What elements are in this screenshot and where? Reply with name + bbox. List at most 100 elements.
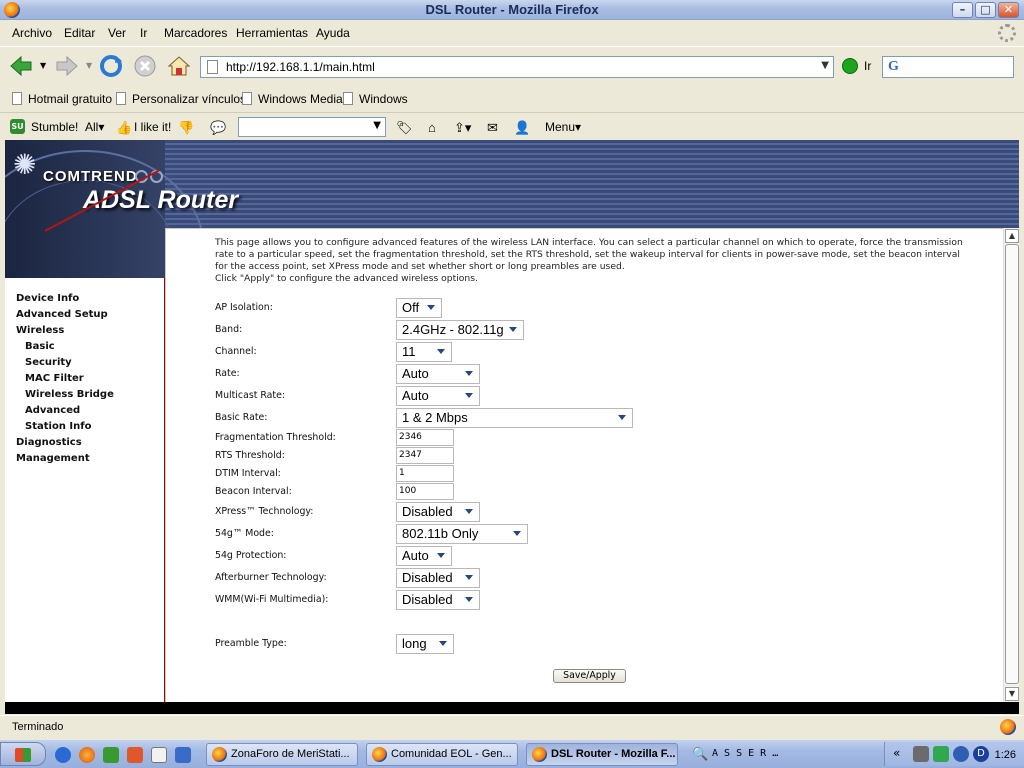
close-button[interactable]: ✕ (998, 2, 1019, 18)
beacon-interval-input[interactable]: 100 (396, 483, 454, 500)
system-tray: « D 1:26 (884, 742, 1024, 766)
dtim-interval-input[interactable]: 1 (396, 465, 454, 482)
menu-ver[interactable]: Ver (108, 26, 126, 40)
sidebar-item-basic[interactable]: Basic (16, 339, 114, 355)
bookmark-label[interactable]: Windows Media (258, 92, 343, 106)
stop-icon[interactable] (132, 53, 158, 79)
menu-herramientas[interactable]: Herramientas (236, 26, 308, 40)
send-icon[interactable]: ✉ (487, 120, 498, 136)
menu-marcadores[interactable]: Marcadores (164, 26, 227, 40)
messenger-icon[interactable] (103, 747, 119, 763)
sidebar-item-advanced-setup[interactable]: Advanced Setup (16, 307, 114, 323)
profile-icon[interactable]: 👤 (514, 120, 530, 136)
quick-tray-glyphs[interactable]: A S S E R … (712, 748, 778, 759)
bookmark-label[interactable]: Personalizar vínculos (132, 92, 246, 106)
driver-icon[interactable]: D (973, 746, 989, 762)
thumbs-down-icon[interactable]: 👎 (178, 120, 194, 136)
forward-dropdown-icon[interactable]: ▼ (86, 61, 92, 70)
bookmark-item[interactable]: Windows Media (242, 92, 343, 106)
tray-expand-icon[interactable]: « (893, 746, 900, 760)
afterburner-select[interactable]: Disabled (396, 568, 480, 588)
rate-select[interactable]: Auto (396, 364, 480, 384)
preamble-type-select[interactable]: long (396, 634, 454, 654)
scroll-down-icon[interactable]: ▼ (1005, 687, 1019, 701)
back-icon[interactable] (8, 53, 34, 79)
bookmark-label[interactable]: Windows (359, 92, 408, 106)
rts-threshold-input[interactable]: 2347 (396, 447, 454, 464)
menu-ir[interactable]: Ir (140, 26, 147, 40)
all-dropdown[interactable]: All▾ (85, 120, 104, 134)
54g-mode-select[interactable]: 802.11b Only (396, 524, 528, 544)
app-icon[interactable] (175, 747, 191, 763)
sidebar-item-advanced[interactable]: Advanced (16, 403, 114, 419)
menu-ayuda[interactable]: Ayuda (316, 26, 350, 40)
sidebar-item-mac-filter[interactable]: MAC Filter (16, 371, 114, 387)
wmm-label: WMM(Wi-Fi Multimedia): (215, 594, 329, 605)
bookmark-item[interactable]: Hotmail gratuito (12, 92, 112, 106)
language-icon[interactable]: 🔍 (692, 747, 708, 762)
network-icon[interactable] (913, 746, 929, 762)
sidebar-item-wireless[interactable]: Wireless (16, 323, 114, 339)
mail-icon[interactable] (127, 747, 143, 763)
like-button[interactable]: I like it! (134, 120, 171, 134)
scroll-up-icon[interactable]: ▲ (1005, 229, 1019, 243)
save-apply-button[interactable]: Save/Apply (553, 669, 626, 683)
tag-icon[interactable]: 🏷 (396, 120, 413, 136)
channel-select[interactable]: 11 (396, 342, 452, 362)
notepad-icon[interactable] (151, 747, 167, 763)
multicast-rate-select[interactable]: Auto (396, 386, 480, 406)
security-icon[interactable] (933, 746, 949, 762)
sidebar-item-wireless-bridge[interactable]: Wireless Bridge (16, 387, 114, 403)
sidebar-item-device-info[interactable]: Device Info (16, 291, 114, 307)
home-icon[interactable] (166, 53, 192, 79)
home-icon[interactable]: ⌂ (428, 120, 436, 135)
sidebar-item-security[interactable]: Security (16, 355, 114, 371)
stumble-button[interactable]: Stumble! (31, 120, 78, 134)
scroll-thumb[interactable] (1005, 244, 1019, 684)
go-button[interactable]: Ir (864, 59, 871, 73)
bookmark-label[interactable]: Hotmail gratuito (28, 92, 112, 106)
share-icon[interactable]: ⇪▾ (454, 120, 471, 136)
xpress-label: XPress™ Technology: (215, 506, 314, 517)
url-dropdown-icon[interactable]: ▼ (821, 60, 829, 71)
taskbar-item-active[interactable]: DSL Router - Mozilla F... (526, 743, 678, 766)
sidebar-item-management[interactable]: Management (16, 451, 114, 467)
url-text[interactable]: http://192.168.1.1/main.html (226, 60, 375, 74)
start-button[interactable] (0, 742, 46, 766)
comment-icon[interactable]: 💬 (210, 120, 226, 136)
update-icon[interactable] (953, 746, 969, 762)
search-box[interactable]: G (882, 56, 1014, 78)
ap-isolation-select[interactable]: Off (396, 298, 442, 318)
xpress-select[interactable]: Disabled (396, 502, 480, 522)
sidebar-item-diagnostics[interactable]: Diagnostics (16, 435, 114, 451)
taskbar-item[interactable]: ZonaForo de MeriStati... (206, 743, 358, 766)
select-value: Auto (402, 366, 429, 381)
band-select[interactable]: 2.4GHz - 802.11g (396, 320, 524, 340)
bookmark-item[interactable]: Windows (343, 92, 408, 106)
ie-icon[interactable] (55, 747, 71, 763)
chevron-down-icon[interactable]: ▼ (373, 120, 381, 131)
bookmark-item[interactable]: Personalizar vínculos (116, 92, 246, 106)
menu-archivo[interactable]: Archivo (12, 26, 52, 40)
minimize-button[interactable]: – (952, 2, 973, 18)
forward-icon[interactable] (54, 53, 80, 79)
fragmentation-threshold-input[interactable]: 2346 (396, 429, 454, 446)
stumble-search-combo[interactable]: ▼ (238, 117, 386, 137)
wmm-select[interactable]: Disabled (396, 590, 480, 610)
vertical-scrollbar[interactable]: ▲ ▼ (1003, 228, 1019, 702)
maximize-button[interactable]: □ (975, 2, 996, 18)
back-dropdown-icon[interactable]: ▼ (40, 61, 46, 70)
go-icon[interactable] (842, 58, 858, 74)
thumbs-up-icon[interactable]: 👍 (116, 120, 132, 136)
url-bar[interactable]: http://192.168.1.1/main.html ▼ (200, 56, 834, 78)
stumbleupon-icon[interactable]: SU (10, 119, 25, 134)
sidebar-item-station-info[interactable]: Station Info (16, 419, 114, 435)
taskbar-item[interactable]: Comunidad EOL - Gen... (366, 743, 518, 766)
54g-protection-select[interactable]: Auto (396, 546, 452, 566)
google-icon[interactable]: G (888, 59, 899, 75)
basic-rate-select[interactable]: 1 & 2 Mbps (396, 408, 633, 428)
menu-dropdown[interactable]: Menu▾ (545, 120, 581, 134)
firefox-icon[interactable] (79, 747, 95, 763)
reload-icon[interactable] (98, 53, 124, 79)
menu-editar[interactable]: Editar (64, 26, 95, 40)
